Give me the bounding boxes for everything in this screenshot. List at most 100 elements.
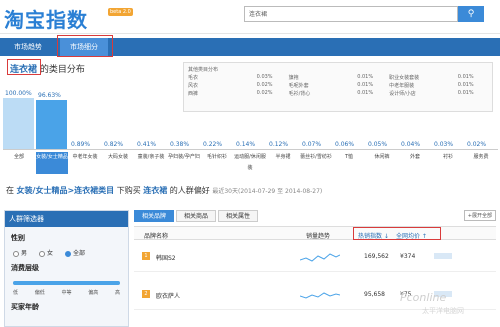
other-category-item[interactable]: 旗袍 0.01% (289, 74, 390, 82)
gender-options: 男 女 全部 (5, 248, 128, 257)
category-tab[interactable]: 运动服/休闲服装 (234, 152, 266, 174)
search-box[interactable] (244, 6, 458, 22)
crumb-prefix: 在 (6, 186, 17, 195)
tab-related-brands[interactable]: 相关品牌 (134, 210, 175, 222)
gender-option[interactable]: 男 (13, 248, 27, 257)
radio-icon[interactable] (65, 250, 72, 257)
crowd-preference-heading: 在 女装/女士精品>连衣裙类目 下购买 连衣裙 的人群偏好 最近30天(2014… (6, 185, 322, 196)
bar-value-label: 0.89% (71, 141, 91, 148)
radio-icon[interactable] (39, 250, 46, 257)
bar-value-label: 0.12% (269, 141, 289, 148)
col-sales-trend: 销量趋势 (306, 233, 331, 240)
category-tab[interactable]: T恤 (333, 152, 365, 174)
category-tab[interactable]: 服务费 (465, 152, 497, 174)
highlight-box-sort-columns (353, 227, 441, 240)
bar-value-label: 100.00% (5, 90, 32, 97)
bar-value-label: 0.41% (137, 141, 157, 148)
chart-bar[interactable] (3, 98, 34, 150)
sales-index: 169,562 (364, 253, 389, 260)
spending-level-label: 高 (114, 290, 120, 296)
category-tab[interactable]: 半身裙 (267, 152, 299, 174)
other-category-value: 0.01% (357, 74, 374, 80)
category-tab[interactable]: 中老年女装 (69, 152, 101, 174)
gender-option-label: 全部 (73, 250, 86, 257)
category-tab[interactable]: 蕾丝衫/雪纺衫 (300, 152, 332, 174)
share-bar (434, 253, 452, 259)
bar-value-label: 0.02% (467, 141, 487, 148)
search-button[interactable]: ⚲ (458, 6, 484, 22)
spending-labels: 低 偏低 中等 偏高 高 (13, 289, 120, 296)
spending-level-label: 偏低 (34, 290, 45, 296)
table-row[interactable]: 1 韩国S2 169,562 ¥374 (134, 242, 496, 272)
radio-icon[interactable] (13, 250, 19, 257)
crumb-path[interactable]: 女装/女士精品>连衣裙类目 (17, 186, 115, 195)
col-brand-name: 品牌名称 (144, 233, 169, 240)
crumb-keyword: 连衣裙 (143, 186, 168, 195)
category-tab[interactable]: 衬衫 (432, 152, 464, 174)
tab-related-products[interactable]: 相关商品 (176, 210, 217, 222)
gender-option-label: 男 (21, 250, 28, 257)
expand-all-button[interactable]: +展开全部 (463, 210, 496, 221)
gender-option[interactable]: 全部 (65, 248, 85, 257)
related-tabs: 相关品牌 相关商品 相关属性 (134, 210, 260, 222)
gender-option-label: 女 (47, 250, 54, 257)
bar-value-label: 0.07% (302, 141, 322, 148)
spending-level-label: 低 (13, 290, 19, 296)
bar-value-label: 0.22% (203, 141, 223, 148)
category-tab[interactable]: 童装/亲子装 (135, 152, 167, 174)
bar-value-label: 0.03% (434, 141, 454, 148)
brand-name[interactable]: 韩国S2 (156, 253, 176, 262)
other-category-name: 毛衣 (188, 75, 199, 81)
category-bar-chart: 100.00% 96.63% 0.89% 0.82% 0.41% 0.38% 0.22% 0.… (3, 88, 498, 150)
filter-title: 人群筛选器 (5, 211, 128, 227)
spending-slider-fill (13, 281, 120, 285)
tab-market-trend[interactable]: 市场趋势 (6, 38, 50, 56)
bar-value-label: 0.14% (236, 141, 256, 148)
category-tab[interactable]: 孕妇装/孕产妇 (168, 152, 200, 174)
sales-trend-sparkline (300, 292, 340, 299)
other-category-name: 职业女装套装 (389, 75, 420, 81)
gender-heading: 性别 (11, 234, 25, 242)
other-category-name: 旗袍 (288, 75, 299, 81)
avg-price: ¥374 (400, 253, 416, 260)
search-icon: ⚲ (467, 9, 475, 19)
category-tab[interactable]: 全部 (3, 152, 35, 174)
other-categories-caption: 其他类目分布 (188, 67, 219, 73)
category-tabs: 全部 女装/女士精品 中老年女装 大码女装 童装/亲子装 孕妇装/孕产妇 毛针织衫 运动服/休… (3, 152, 498, 174)
crowd-filter-panel: 人群筛选器 性别 男 女 全部 消费层级 低 偏低 中等 偏高 高 买家年龄 (4, 210, 129, 327)
bar-value-label: 96.63% (38, 91, 61, 99)
category-tab[interactable]: 休闲裤 (366, 152, 398, 174)
bar-value-label: 0.04% (401, 141, 421, 148)
other-category-row: 毛衣 0.03% 旗袍 0.01% 职业女装套装 0.01% (188, 74, 490, 82)
highlight-box-segment-tab (57, 35, 113, 57)
spending-level-label: 偏高 (88, 290, 99, 296)
other-category-item[interactable]: 毛衣 0.03% (188, 74, 289, 82)
other-category-value: 0.03% (256, 74, 273, 80)
crumb-suffix: 的人群偏好 (167, 186, 213, 195)
category-tab[interactable]: 毛针织衫 (201, 152, 233, 174)
search-input[interactable] (249, 10, 429, 17)
sales-index: 95,658 (364, 291, 385, 298)
chart-bar[interactable] (36, 99, 67, 150)
category-tab[interactable]: 女装/女士精品 (36, 152, 68, 174)
bar-value-label: 0.82% (104, 141, 124, 148)
tab-related-attributes[interactable]: 相关属性 (218, 210, 259, 222)
spending-slider[interactable] (13, 281, 120, 285)
category-tab[interactable]: 外套 (399, 152, 431, 174)
brand-name[interactable]: 欧衣萨人 (156, 291, 180, 300)
category-tab[interactable]: 大码女装 (102, 152, 134, 174)
title-suffix: 的类目分布 (37, 65, 85, 75)
top-bar: 淘宝指数 beta 2.0 ⚲ (0, 0, 500, 34)
bar-value-label: 0.05% (368, 141, 388, 148)
age-heading: 买家年龄 (11, 303, 39, 311)
highlight-box-keyword (7, 59, 41, 75)
bar-value-label: 0.06% (335, 141, 355, 148)
other-category-item[interactable]: 职业女装套装 0.01% (389, 74, 490, 82)
gender-option[interactable]: 女 (39, 248, 53, 257)
app-logo[interactable]: 淘宝指数 (4, 4, 88, 33)
watermark-subtitle: 太平洋电脑网 (422, 307, 464, 315)
chart-axis (3, 149, 498, 150)
rank-badge: 2 (142, 290, 150, 298)
table-header: 品牌名称 销量趋势 热销指数 ↓ 全网均价 ↑ (134, 226, 496, 240)
spending-heading: 消费层级 (11, 264, 39, 272)
